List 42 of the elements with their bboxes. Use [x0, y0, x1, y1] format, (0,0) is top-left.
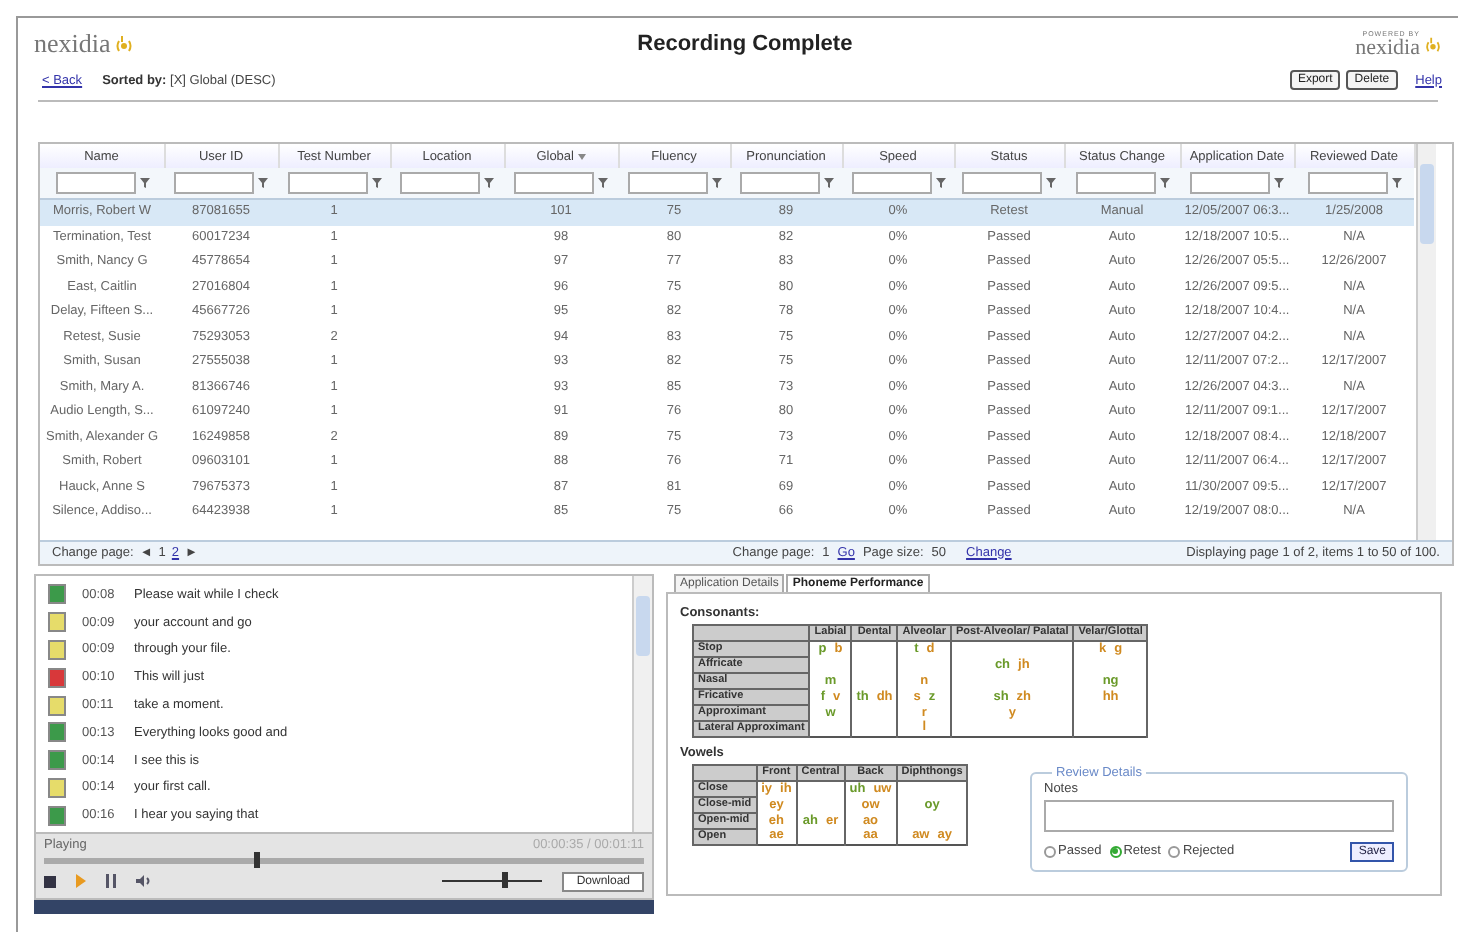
logo: nexidia — [1355, 38, 1420, 58]
filter-icon[interactable] — [1159, 178, 1169, 188]
filter-field[interactable] — [739, 172, 819, 194]
filter-field[interactable] — [627, 172, 707, 194]
scrollbar[interactable] — [632, 575, 652, 831]
filter-field[interactable] — [287, 172, 367, 194]
filter-field[interactable] — [1307, 172, 1387, 194]
radio-button[interactable] — [1109, 845, 1122, 857]
filter-icon[interactable] — [371, 178, 381, 188]
filter-icon[interactable] — [823, 178, 833, 188]
filter-field[interactable] — [851, 172, 931, 194]
filter-field[interactable] — [1190, 172, 1270, 194]
stop-icon[interactable] — [44, 875, 56, 887]
play-icon[interactable] — [76, 874, 86, 888]
filter-field[interactable] — [55, 172, 135, 194]
sound-wave-icon — [114, 34, 135, 54]
radio-button[interactable] — [1168, 845, 1181, 857]
filter-icon[interactable] — [935, 178, 945, 188]
filter-icon[interactable] — [1274, 178, 1284, 188]
filter-icon[interactable] — [1046, 178, 1056, 188]
filter-field[interactable] — [962, 172, 1042, 194]
filter-field[interactable] — [1075, 172, 1155, 194]
filter-field[interactable] — [514, 172, 594, 194]
page-title: Recording Complete — [637, 32, 853, 56]
filter-icon[interactable] — [1391, 178, 1401, 188]
filter-icon[interactable] — [484, 178, 494, 188]
scrollbar[interactable] — [1415, 144, 1435, 539]
progress-handle[interactable] — [254, 851, 260, 867]
radio-button[interactable] — [1044, 845, 1056, 857]
volume-handle[interactable] — [502, 872, 509, 888]
pause-icon[interactable] — [106, 874, 116, 888]
filter-field[interactable] — [174, 172, 254, 194]
volume-icon[interactable] — [136, 874, 152, 888]
filter-icon[interactable] — [711, 178, 721, 188]
notes-field[interactable] — [1044, 799, 1394, 831]
filter-icon[interactable] — [139, 178, 149, 188]
sort-icon — [577, 153, 586, 159]
filter-icon[interactable] — [258, 178, 268, 188]
sound-wave-icon — [1423, 35, 1442, 53]
filter-field[interactable] — [400, 172, 480, 194]
filter-icon[interactable] — [598, 178, 608, 188]
logo: nexidia — [34, 28, 111, 60]
